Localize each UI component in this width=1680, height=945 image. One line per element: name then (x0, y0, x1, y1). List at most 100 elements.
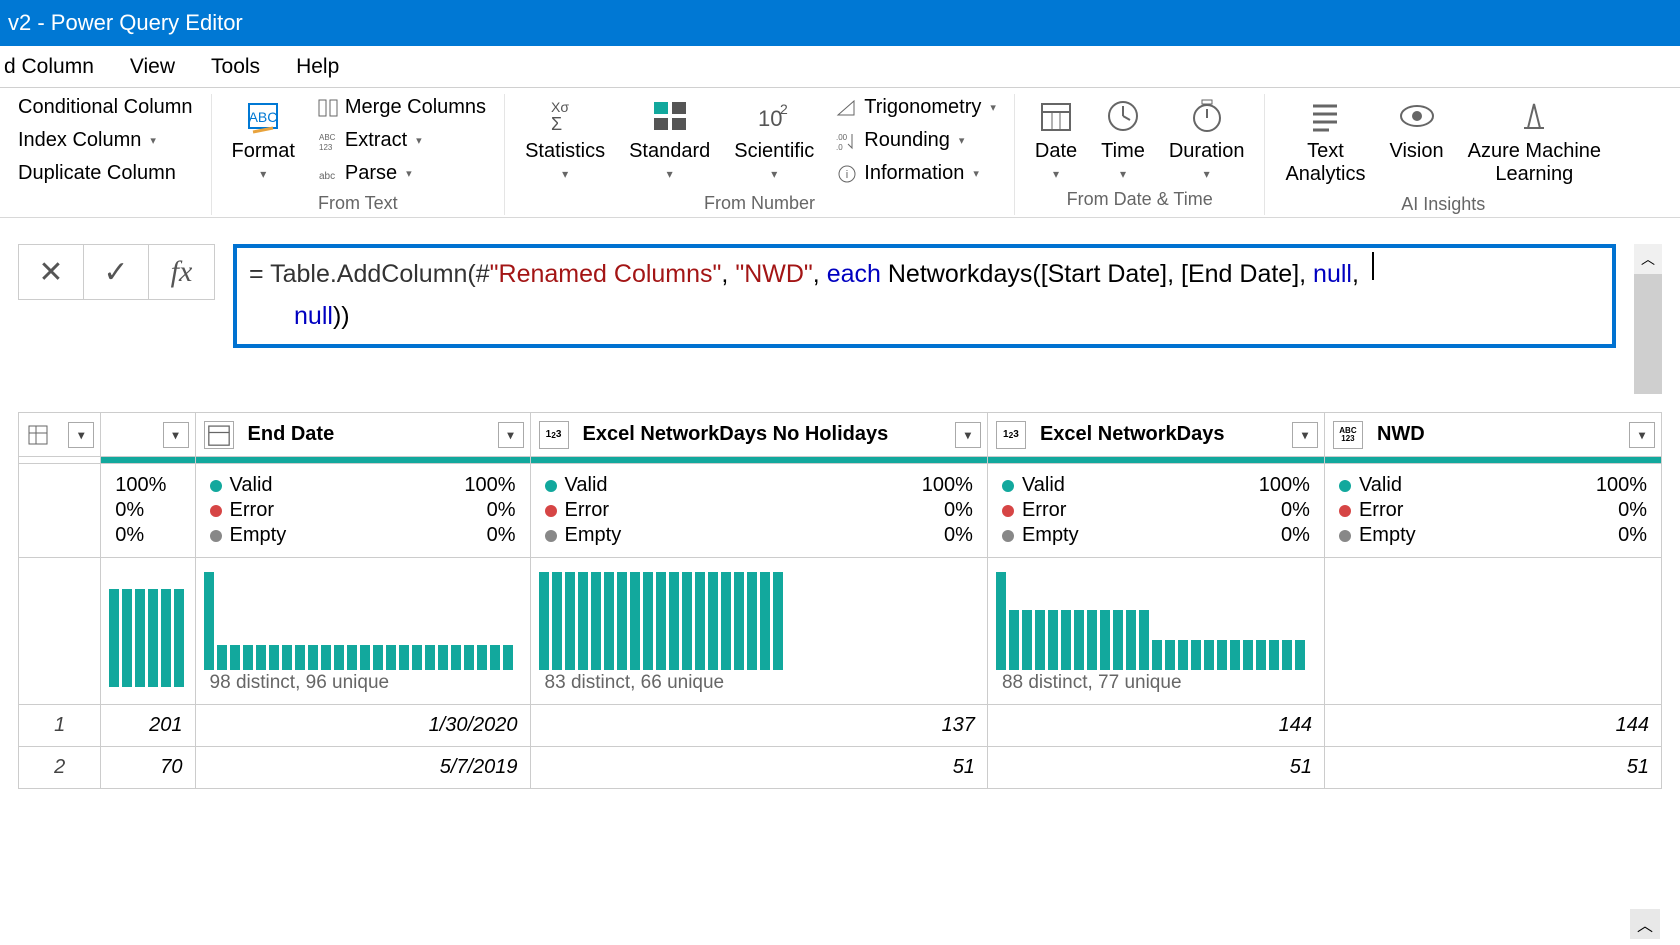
svg-text:ABC: ABC (319, 133, 336, 142)
svg-text:123: 123 (319, 143, 333, 152)
scientific-icon: 102 (754, 96, 794, 136)
duration-button[interactable]: Duration▾ (1163, 94, 1251, 183)
azure-ml-icon (1514, 96, 1554, 136)
col0-filter[interactable]: ▾ (163, 422, 189, 448)
scientific-button[interactable]: 102 Scientific▾ (728, 94, 820, 183)
corner-dropdown[interactable]: ▾ (68, 422, 94, 448)
col1-filter[interactable]: ▾ (498, 422, 524, 448)
svg-text:.0: .0 (836, 143, 843, 152)
row-header-corner[interactable]: ▾ (19, 413, 101, 457)
ribbon: Conditional Column Index Column▾ Duplica… (0, 88, 1680, 218)
parse-button[interactable]: abcParse▾ (313, 160, 490, 187)
column-header-nwd-noholidays[interactable]: 123Excel NetworkDays No Holidays▾ (530, 413, 987, 457)
tab-help[interactable]: Help (296, 55, 339, 79)
tab-add-column[interactable]: d Column (0, 55, 94, 79)
scrollbar-track[interactable] (1634, 274, 1662, 394)
info-icon: i (836, 163, 858, 185)
group-from-date: From Date & Time (1067, 189, 1213, 210)
trigonometry-button[interactable]: Trigonometry▾ (832, 94, 1000, 121)
cell[interactable]: 137 (531, 705, 987, 746)
column-header-nwd[interactable]: ABC123NWD▾ (1324, 413, 1661, 457)
cancel-formula-button[interactable]: ✕ (19, 245, 84, 299)
merge-columns-button[interactable]: Merge Columns (313, 94, 490, 121)
col3-filter[interactable]: ▾ (1292, 422, 1318, 448)
rounding-icon: .00.0 (836, 130, 858, 152)
time-button[interactable]: Time▾ (1095, 94, 1151, 183)
sparkline-row: 98 distinct, 96 unique 83 distinct, 66 u… (19, 558, 1662, 705)
col4-filter[interactable]: ▾ (1629, 422, 1655, 448)
cell[interactable]: 51 (531, 747, 987, 788)
column-header-partial[interactable]: ▾ (101, 413, 195, 457)
cell[interactable]: 201 (101, 705, 194, 746)
date-button[interactable]: Date▾ (1029, 94, 1083, 183)
table-row[interactable]: 2 70 5/7/2019 51 51 51 (19, 747, 1662, 789)
statistics-icon: XσΣ (545, 96, 585, 136)
scroll-down-button[interactable]: ︿ (1630, 909, 1660, 939)
text-cursor (1372, 252, 1374, 280)
col2-filter[interactable]: ▾ (955, 422, 981, 448)
table-row[interactable]: 1 201 1/30/2020 137 144 144 (19, 705, 1662, 747)
svg-text:.00: .00 (836, 133, 848, 142)
duration-icon (1187, 96, 1227, 136)
formula-bar-area: ✕ ✓ fx = Table.AddColumn(#"Renamed Colum… (0, 218, 1680, 412)
format-button[interactable]: ABC Format▾ (226, 94, 301, 183)
group-ai-insights: AI Insights (1401, 194, 1485, 215)
date-icon (1036, 96, 1076, 136)
cell[interactable]: 51 (988, 747, 1324, 788)
azure-ml-button[interactable]: Azure Machine Learning (1462, 94, 1607, 188)
cell[interactable]: 1/30/2020 (196, 705, 530, 746)
extract-button[interactable]: ABC123Extract▾ (313, 127, 490, 154)
formula-buttons: ✕ ✓ fx (18, 244, 215, 300)
date-type-icon[interactable] (204, 421, 234, 449)
scroll-up-button[interactable]: ︿ (1634, 244, 1662, 274)
table-icon (27, 424, 49, 446)
svg-text:ABC: ABC (249, 109, 278, 125)
window-title: v2 - Power Query Editor (8, 10, 243, 36)
formula-text: = Table.AddColumn(# (249, 260, 490, 288)
standard-icon (650, 96, 690, 136)
commit-formula-button[interactable]: ✓ (84, 245, 149, 299)
cell[interactable]: 144 (988, 705, 1324, 746)
row-number: 1 (19, 705, 101, 747)
cell[interactable]: 144 (1325, 705, 1661, 746)
quality-row: 100%0%0% Valid100% Error0% Empty0% Valid… (19, 464, 1662, 558)
cell[interactable]: 51 (1325, 747, 1661, 788)
formula-input[interactable]: = Table.AddColumn(#"Renamed Columns", "N… (233, 244, 1616, 348)
group-from-text: From Text (318, 193, 398, 214)
duplicate-column-button[interactable]: Duplicate Column (14, 160, 197, 187)
row-number: 2 (19, 747, 101, 789)
cell[interactable]: 70 (101, 747, 194, 788)
format-icon: ABC (243, 96, 283, 136)
cell[interactable]: 5/7/2019 (196, 747, 530, 788)
svg-text:2: 2 (780, 101, 788, 117)
trig-icon (836, 97, 858, 119)
fx-button[interactable]: fx (149, 245, 214, 299)
information-button[interactable]: iInformation▾ (832, 160, 1000, 187)
vision-icon (1397, 96, 1437, 136)
column-header-end-date[interactable]: End Date▾ (195, 413, 530, 457)
svg-text:i: i (846, 169, 848, 181)
extract-icon: ABC123 (317, 130, 339, 152)
tab-view[interactable]: View (130, 55, 175, 79)
merge-icon (317, 97, 339, 119)
number-type-icon[interactable]: 123 (996, 421, 1026, 449)
title-bar: v2 - Power Query Editor (0, 0, 1680, 46)
index-column-button[interactable]: Index Column▾ (14, 127, 197, 154)
rounding-button[interactable]: .00.0Rounding▾ (832, 127, 1000, 154)
any-type-icon[interactable]: ABC123 (1333, 421, 1363, 449)
menu-bar: d Column View Tools Help (0, 46, 1680, 88)
tab-tools[interactable]: Tools (211, 55, 260, 79)
standard-button[interactable]: Standard▾ (623, 94, 716, 183)
text-analytics-button[interactable]: Text Analytics (1279, 94, 1371, 188)
statistics-button[interactable]: XσΣ Statistics▾ (519, 94, 611, 183)
svg-text:abc: abc (319, 171, 335, 182)
number-type-icon[interactable]: 123 (539, 421, 569, 449)
conditional-column-button[interactable]: Conditional Column (14, 94, 197, 121)
svg-text:Σ: Σ (551, 114, 562, 134)
text-analytics-icon (1305, 96, 1345, 136)
vision-button[interactable]: Vision (1384, 94, 1450, 165)
svg-text:10: 10 (758, 106, 782, 131)
parse-icon: abc (317, 163, 339, 185)
column-header-nwd-excel[interactable]: 123Excel NetworkDays▾ (987, 413, 1324, 457)
group-from-number: From Number (704, 193, 815, 214)
